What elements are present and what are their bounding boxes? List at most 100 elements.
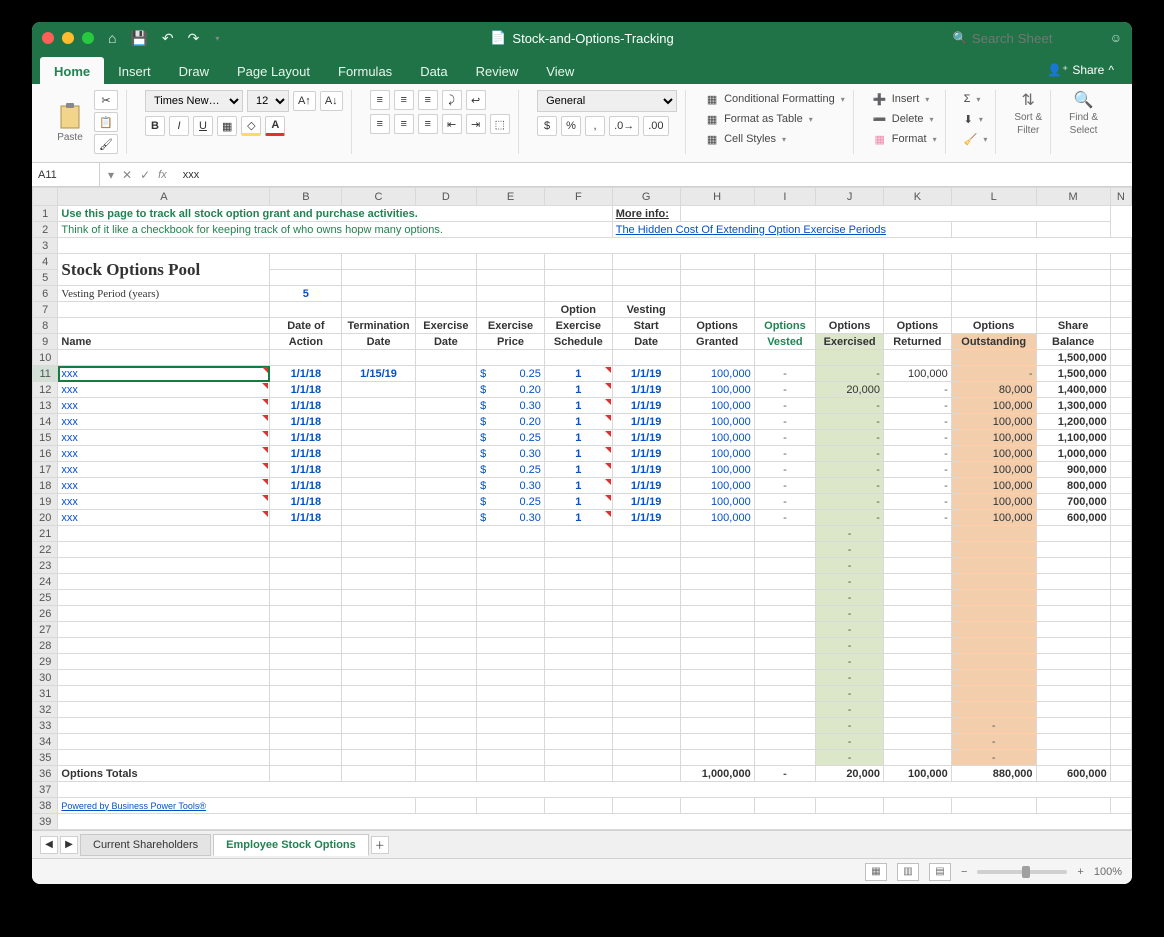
powered-by-link[interactable]: Powered by Business Power Tools® [58, 798, 415, 814]
sheet-tab-current-shareholders[interactable]: Current Shareholders [80, 834, 211, 856]
increase-font-button[interactable]: A↑ [293, 91, 316, 111]
collapse-ribbon-icon[interactable]: ^ [1108, 63, 1114, 77]
row-header-10[interactable]: 10 [33, 350, 58, 366]
align-bottom-button[interactable]: ≡ [418, 90, 438, 110]
row-header-28[interactable]: 28 [33, 638, 58, 654]
format-cells-button[interactable]: ▦Format ▾ [872, 130, 937, 148]
cut-button[interactable]: ✂ [94, 90, 118, 110]
col-header-D[interactable]: D [415, 188, 476, 206]
normal-view-button[interactable]: ▦ [865, 863, 887, 881]
close-button[interactable] [42, 32, 54, 44]
cell-name-13[interactable]: xxx [58, 398, 270, 414]
row-header-18[interactable]: 18 [33, 478, 58, 494]
fill-button[interactable]: ⬇▾ [964, 110, 988, 128]
paste-button[interactable]: Paste [50, 99, 90, 145]
decrease-font-button[interactable]: A↓ [320, 91, 343, 111]
cell-name-16[interactable]: xxx [58, 446, 270, 462]
cell-styles-button[interactable]: ▦Cell Styles ▾ [704, 130, 845, 148]
font-name-select[interactable]: Times New… [145, 90, 243, 112]
percent-button[interactable]: % [561, 116, 581, 136]
tab-view[interactable]: View [532, 57, 588, 84]
row-header-14[interactable]: 14 [33, 414, 58, 430]
cancel-formula-icon[interactable]: ✕ [122, 168, 132, 182]
align-left-button[interactable]: ≡ [370, 114, 390, 134]
maximize-button[interactable] [82, 32, 94, 44]
zoom-out-button[interactable]: − [961, 866, 967, 878]
col-header-K[interactable]: K [883, 188, 951, 206]
row-header-13[interactable]: 13 [33, 398, 58, 414]
align-right-button[interactable]: ≡ [418, 114, 438, 134]
row-header-16[interactable]: 16 [33, 446, 58, 462]
page-break-view-button[interactable]: ▤ [929, 863, 951, 881]
col-header-E[interactable]: E [477, 188, 545, 206]
row-header-20[interactable]: 20 [33, 510, 58, 526]
cell-name-15[interactable]: xxx [58, 430, 270, 446]
align-top-button[interactable]: ≡ [370, 90, 390, 110]
find-select-button[interactable]: 🔍 Find & Select [1069, 90, 1098, 136]
page-layout-view-button[interactable]: ▥ [897, 863, 919, 881]
format-painter-button[interactable]: 🖌 [94, 134, 118, 154]
row-header-36[interactable]: 36 [33, 766, 58, 782]
cell-name-14[interactable]: xxx [58, 414, 270, 430]
tab-data[interactable]: Data [406, 57, 461, 84]
row-header-27[interactable]: 27 [33, 622, 58, 638]
cell-name-20[interactable]: xxx [58, 510, 270, 526]
conditional-formatting-button[interactable]: ▦Conditional Formatting ▾ [704, 90, 845, 108]
cell-name-12[interactable]: xxx [58, 382, 270, 398]
col-header-M[interactable]: M [1036, 188, 1110, 206]
row-header-38[interactable]: 38 [33, 798, 58, 814]
save-icon[interactable]: 💾 [130, 30, 147, 47]
row-header-37[interactable]: 37 [33, 782, 58, 798]
row-header-29[interactable]: 29 [33, 654, 58, 670]
row-header-24[interactable]: 24 [33, 574, 58, 590]
col-header-H[interactable]: H [680, 188, 754, 206]
underline-button[interactable]: U [193, 116, 213, 136]
sheet-prev-button[interactable]: ◀ [40, 836, 58, 854]
row-header-3[interactable]: 3 [33, 238, 58, 254]
row-header-26[interactable]: 26 [33, 606, 58, 622]
tab-draw[interactable]: Draw [165, 57, 223, 84]
row-header-21[interactable]: 21 [33, 526, 58, 542]
decrease-indent-button[interactable]: ⇤ [442, 114, 462, 134]
col-header-L[interactable]: L [951, 188, 1036, 206]
col-header-J[interactable]: J [816, 188, 884, 206]
align-middle-button[interactable]: ≡ [394, 90, 414, 110]
clear-button[interactable]: 🧹▾ [964, 130, 988, 148]
row-header-6[interactable]: 6 [33, 286, 58, 302]
home-icon[interactable]: ⌂ [108, 30, 116, 46]
col-header-A[interactable]: A [58, 188, 270, 206]
insert-cells-button[interactable]: ➕Insert ▾ [872, 90, 937, 108]
increase-decimal-button[interactable]: .0→ [609, 116, 639, 136]
autosum-button[interactable]: Σ▾ [964, 90, 988, 108]
row-header-7[interactable]: 7 [33, 302, 58, 318]
col-header-[interactable] [33, 188, 58, 206]
col-header-G[interactable]: G [612, 188, 680, 206]
delete-cells-button[interactable]: ➖Delete ▾ [872, 110, 937, 128]
row-header-4[interactable]: 4 [33, 254, 58, 270]
row-header-30[interactable]: 30 [33, 670, 58, 686]
sheet-tab-employee-stock-options[interactable]: Employee Stock Options [213, 834, 369, 856]
row-header-11[interactable]: 11 [33, 366, 58, 382]
row-header-12[interactable]: 12 [33, 382, 58, 398]
increase-indent-button[interactable]: ⇥ [466, 114, 486, 134]
cell-name-19[interactable]: xxx [58, 494, 270, 510]
row-header-23[interactable]: 23 [33, 558, 58, 574]
col-header-F[interactable]: F [544, 188, 612, 206]
currency-button[interactable]: $ [537, 116, 557, 136]
row-header-34[interactable]: 34 [33, 734, 58, 750]
accept-formula-icon[interactable]: ✓ [140, 168, 150, 182]
name-dropdown-icon[interactable]: ▾ [108, 168, 114, 182]
row-header-31[interactable]: 31 [33, 686, 58, 702]
bold-button[interactable]: B [145, 116, 165, 136]
col-header-I[interactable]: I [754, 188, 815, 206]
border-button[interactable]: ▦ [217, 116, 237, 136]
undo-icon[interactable]: ↶ [162, 30, 174, 47]
row-header-8[interactable]: 8 [33, 318, 58, 334]
tab-formulas[interactable]: Formulas [324, 57, 406, 84]
zoom-slider[interactable] [977, 870, 1067, 874]
redo-icon[interactable]: ↷ [188, 30, 200, 47]
minimize-button[interactable] [62, 32, 74, 44]
row-header-17[interactable]: 17 [33, 462, 58, 478]
font-color-button[interactable]: A [265, 116, 285, 136]
align-center-button[interactable]: ≡ [394, 114, 414, 134]
